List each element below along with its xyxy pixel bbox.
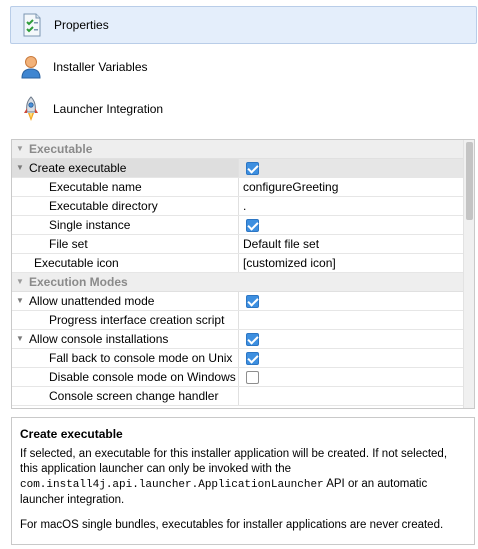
description-note: For macOS single bundles, executables fo… [20,519,444,531]
property-name-cell[interactable]: Console screen change handler [12,387,239,405]
description-title: Create executable [20,427,123,441]
property-name-cell[interactable]: ▼ Allow console installations [12,330,239,348]
property-name-cell[interactable]: ▼ Create executable [12,159,239,177]
nav-label: Launcher Integration [53,102,164,116]
nav-label: Installer Variables [53,60,148,74]
property-name: Fall back to console mode on Unix [49,351,233,365]
fallback-console-checkbox[interactable] [246,351,259,365]
property-grid[interactable]: ▼ Executable ▼ Create executable Executa… [11,139,475,409]
category-execution-modes[interactable]: ▼ Execution Modes [12,273,464,292]
property-name-cell[interactable]: ▼ Allow unattended mode [12,292,239,310]
category-label: Execution Modes [29,275,128,289]
property-value-cell[interactable] [240,159,464,177]
executable-directory-value: . [243,199,247,213]
collapse-triangle-icon[interactable]: ▼ [16,145,24,153]
property-name: Executable directory [49,199,158,213]
property-value-cell[interactable]: . [240,197,464,215]
category-executable[interactable]: ▼ Executable [12,140,464,159]
property-name-cell[interactable]: Executable icon [12,254,239,272]
nav-item-launcher-integration[interactable]: Launcher Integration [10,90,477,128]
property-row-fallback-console[interactable]: Fall back to console mode on Unix [12,349,464,368]
property-name: Executable name [49,180,142,194]
property-row-disable-console-windows[interactable]: Disable console mode on Windows [12,368,464,387]
property-value-cell[interactable] [240,311,464,329]
description-line: If selected, an executable for this inst… [20,448,448,475]
property-name-cell[interactable]: Single instance [12,216,239,234]
nav-item-properties[interactable]: Properties [10,6,477,44]
property-row-console-screen-handler[interactable]: Console screen change handler [12,387,464,406]
property-value-cell[interactable] [240,387,464,405]
property-row-create-executable[interactable]: ▼ Create executable [12,159,464,178]
property-name: File set [49,237,88,251]
single-instance-checkbox[interactable] [246,218,259,232]
property-row-progress-script[interactable]: Progress interface creation script [12,311,464,330]
collapse-triangle-icon[interactable]: ▼ [16,278,24,286]
property-name-cell[interactable]: Executable directory [12,197,239,215]
property-name: Executable icon [34,256,119,270]
properties-checklist-icon [20,12,44,38]
category-label: Executable [29,142,93,156]
property-row-single-instance[interactable]: Single instance [12,216,464,235]
description-code: com.install4j.api.launcher.ApplicationLa… [20,479,324,491]
property-value-cell[interactable] [240,216,464,234]
property-row-allow-console[interactable]: ▼ Allow console installations [12,330,464,349]
property-name: Allow console installations [29,332,169,346]
property-name: Progress interface creation script [49,313,225,327]
nav-label: Properties [54,18,109,32]
property-name: Disable console mode on Windows [49,370,236,384]
property-name: Single instance [49,218,131,232]
property-value-cell[interactable]: configureGreeting [240,178,464,196]
scrollbar-thumb[interactable] [466,142,473,220]
property-value-cell[interactable] [240,330,464,348]
nav-item-installer-variables[interactable]: Installer Variables [10,48,477,86]
disable-console-windows-checkbox[interactable] [246,370,259,384]
property-row-allow-unattended[interactable]: ▼ Allow unattended mode [12,292,464,311]
property-name-cell[interactable]: Disable console mode on Windows [12,368,239,386]
property-name-cell[interactable]: File set [12,235,239,253]
property-value-cell[interactable]: Default file set [240,235,464,253]
collapse-triangle-icon[interactable]: ▼ [16,335,24,343]
description-text: If selected, an executable for this inst… [20,447,466,508]
file-set-value: Default file set [243,237,320,251]
collapse-triangle-icon[interactable]: ▼ [16,164,24,172]
property-value-cell[interactable] [240,368,464,386]
property-name-cell[interactable]: Executable name [12,178,239,196]
property-row-executable-directory[interactable]: Executable directory . [12,197,464,216]
property-value-cell[interactable]: [customized icon] [240,254,464,272]
property-value-cell[interactable] [240,292,464,310]
grid-vertical-scrollbar[interactable] [463,140,474,408]
property-value-cell[interactable] [240,349,464,367]
allow-console-checkbox[interactable] [246,332,259,346]
property-name: Create executable [29,161,127,175]
rocket-icon [19,96,43,122]
property-name: Console screen change handler [49,389,219,403]
executable-icon-value: [customized icon] [243,256,336,270]
property-name: Allow unattended mode [29,294,155,308]
executable-name-value: configureGreeting [243,180,339,194]
property-name-cell[interactable]: Fall back to console mode on Unix [12,349,239,367]
description-panel: Create executable If selected, an execut… [11,417,475,545]
property-row-executable-name[interactable]: Executable name configureGreeting [12,178,464,197]
property-name-cell[interactable]: Progress interface creation script [12,311,239,329]
property-row-executable-icon[interactable]: Executable icon [customized icon] [12,254,464,273]
collapse-triangle-icon[interactable]: ▼ [16,297,24,305]
create-executable-checkbox[interactable] [246,161,259,175]
allow-unattended-checkbox[interactable] [246,294,259,308]
user-icon [19,54,43,80]
property-row-file-set[interactable]: File set Default file set [12,235,464,254]
